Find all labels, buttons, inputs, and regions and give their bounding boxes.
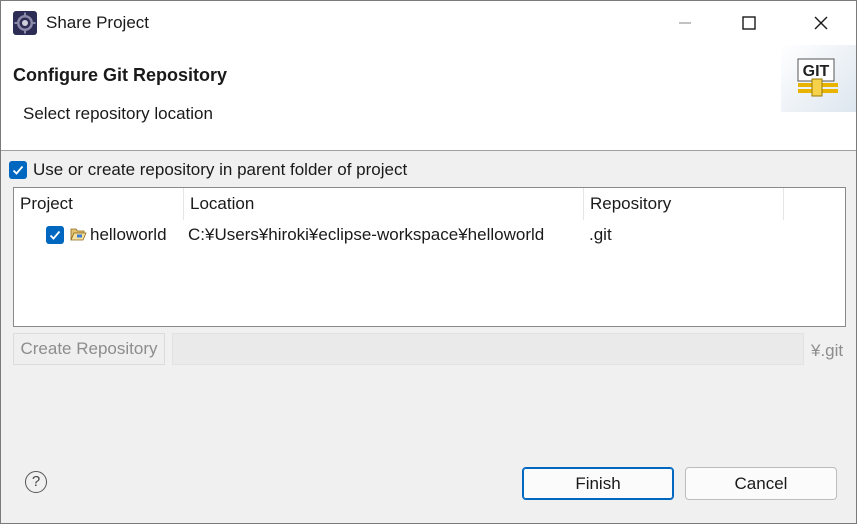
create-repository-button[interactable]: Create Repository [13,333,165,365]
repository-cell: .git [589,225,612,244]
close-button[interactable] [791,1,851,45]
project-name-cell: helloworld [90,225,167,244]
page-title: Configure Git Repository [13,65,228,85]
maximize-button[interactable] [719,1,779,45]
projects-table: Project Location Repository helloworld C… [13,187,846,327]
close-icon [814,16,828,30]
git-logo-text: GIT [803,63,830,80]
table-row[interactable]: helloworld C:¥Users¥hiroki¥eclipse-works… [14,222,845,250]
repository-path-field[interactable] [172,333,804,365]
checkmark-icon [12,165,24,175]
open-folder-icon [70,228,87,241]
git-suffix-label: ¥.git [811,341,844,360]
checkmark-icon [49,230,61,240]
git-logo-icon: GIT [797,58,838,97]
cancel-button[interactable]: Cancel [685,467,837,500]
parent-folder-checkbox[interactable] [9,161,27,179]
title-bar: Share Project [1,1,856,45]
column-header-repository[interactable]: Repository [584,188,784,220]
help-button[interactable]: ? [25,471,47,493]
parent-folder-label[interactable]: Use or create repository in parent folde… [33,160,407,180]
finish-button[interactable]: Finish [522,467,674,500]
minimize-icon [679,22,691,24]
column-header-project[interactable]: Project [14,188,184,220]
window-title: Share Project [46,13,149,32]
git-logo-area: GIT [781,45,856,112]
page-subtitle: Select repository location [23,104,213,123]
project-checkbox[interactable] [46,226,64,244]
wizard-banner: Configure Git Repository Select reposito… [1,45,856,151]
minimize-button[interactable] [655,1,715,45]
maximize-icon [742,16,756,30]
location-cell: C:¥Users¥hiroki¥eclipse-workspace¥hellow… [188,225,545,244]
eclipse-gear-icon [13,11,37,35]
column-header-location[interactable]: Location [184,188,584,220]
share-project-dialog: Share Project Configure Git Repository S… [0,0,857,524]
